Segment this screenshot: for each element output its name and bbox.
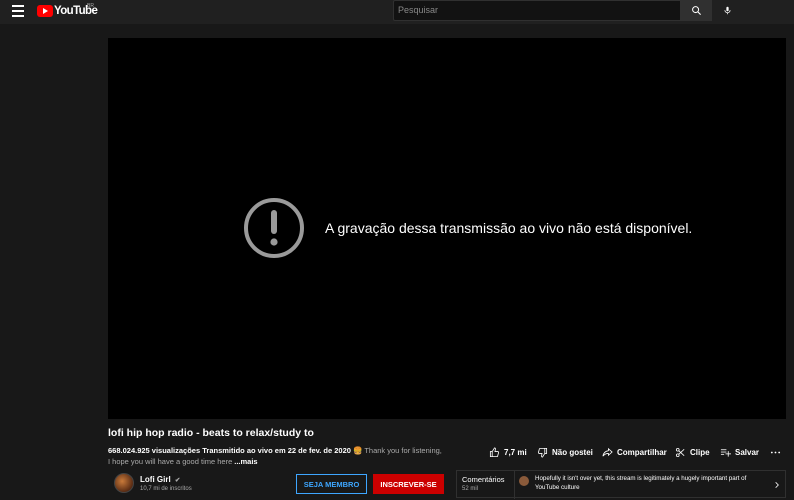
mic-icon <box>724 6 730 15</box>
comments-count: 52 mil <box>462 486 479 492</box>
verified-icon: ✔ <box>174 477 181 484</box>
subscribe-button[interactable]: INSCREVER-SE <box>373 474 444 494</box>
like-button[interactable]: 7,7 mi <box>489 446 527 458</box>
dislike-label: Não gostei <box>552 447 593 457</box>
description-line-1[interactable]: 668.024.925 visualizações Transmitido ao… <box>108 446 442 455</box>
share-label: Compartilhar <box>617 447 667 457</box>
voice-search-button[interactable] <box>717 0 737 21</box>
error-message: A gravação dessa transmissão ao vivo não… <box>325 220 693 236</box>
subscriber-count: 10,7 mi de inscritos <box>140 486 192 492</box>
description-text-2: I hope you will have a good time here <box>108 457 233 466</box>
channel-name: Lofi Girl <box>140 475 171 484</box>
view-count: 668.024.925 visualizações <box>108 446 201 455</box>
more-actions-button[interactable] <box>770 446 785 458</box>
top-bar: YouTube BR <box>0 0 794 24</box>
save-label: Salvar <box>735 447 760 457</box>
more-icon <box>770 451 781 453</box>
comments-label: Comentários <box>462 475 505 484</box>
comments-teaser[interactable]: Comentários 52 mil Hopefully it isn't ov… <box>456 470 786 499</box>
save-icon <box>720 448 731 457</box>
more-link[interactable]: ...mais <box>234 457 257 466</box>
like-icon <box>489 447 500 457</box>
country-code: BR <box>87 3 94 9</box>
channel-name-row[interactable]: Lofi Girl ✔ <box>140 475 180 484</box>
video-player[interactable]: A gravação dessa transmissão ao vivo não… <box>108 38 786 419</box>
youtube-logo-icon <box>37 5 53 17</box>
top-comment: Hopefully it isn't over yet, this stream… <box>535 475 747 491</box>
description-line-2[interactable]: I hope you will have a good time here...… <box>108 457 258 466</box>
share-button[interactable]: Compartilhar <box>602 446 667 458</box>
comments-divider <box>514 471 515 499</box>
chevron-right-icon <box>775 482 779 488</box>
clip-icon <box>675 447 685 457</box>
channel-bar: Lofi Girl ✔ 10,7 mi de inscritos SEJA ME… <box>108 470 450 498</box>
search-button[interactable] <box>680 0 712 21</box>
search-icon <box>691 6 701 16</box>
menu-icon[interactable] <box>12 5 24 17</box>
join-button[interactable]: SEJA MEMBRO <box>296 474 367 494</box>
save-button[interactable]: Salvar <box>720 446 759 458</box>
search-box[interactable] <box>393 0 680 21</box>
dislike-button[interactable]: Não gostei <box>537 446 593 458</box>
video-title: lofi hip hop radio - beats to relax/stud… <box>108 427 314 439</box>
clip-button[interactable]: Clipe <box>675 446 710 458</box>
channel-avatar[interactable] <box>114 473 134 493</box>
commenter-avatar <box>519 476 529 486</box>
burger-emoji: 🍔 <box>353 446 363 455</box>
search-input[interactable] <box>398 5 668 15</box>
stream-date: Transmitido ao vivo em 22 de fev. de 202… <box>202 446 351 455</box>
share-icon <box>602 447 613 456</box>
dislike-icon <box>537 447 548 457</box>
clip-label: Clipe <box>690 447 710 457</box>
description-text: Thank you for listening, <box>364 446 442 455</box>
like-count: 7,7 mi <box>504 447 527 457</box>
error-icon <box>244 198 304 258</box>
